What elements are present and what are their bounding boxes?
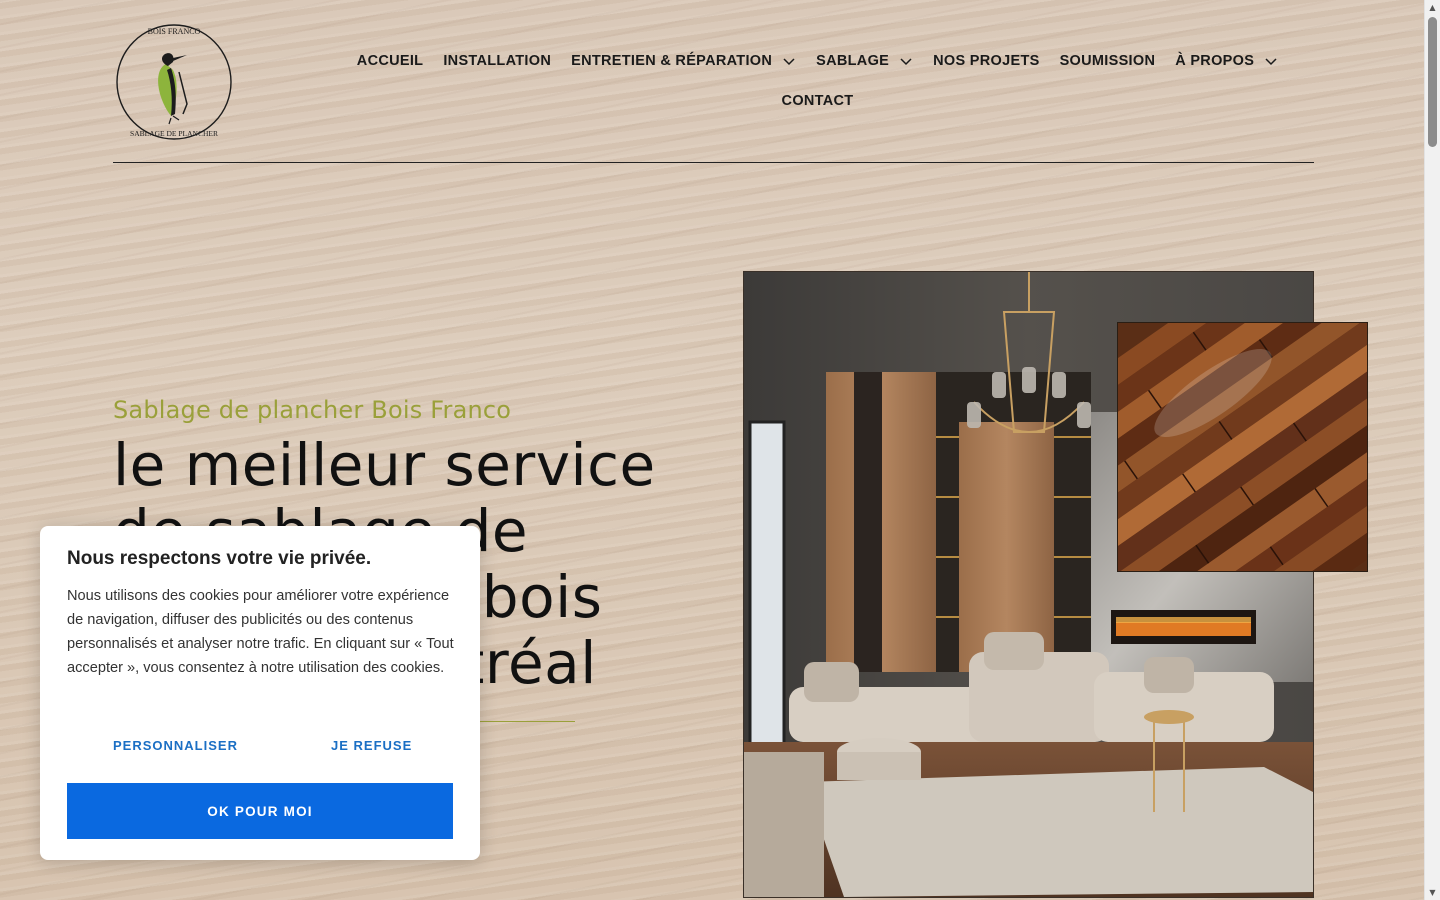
logo[interactable]: BOIS FRANCO SABLAGE DE PLANCHER — [113, 20, 235, 144]
logo-text-top: BOIS FRANCO — [148, 27, 201, 36]
nav-item-soumission[interactable]: SOUMISSION — [1060, 53, 1156, 69]
nav-item-contact[interactable]: CONTACT — [782, 93, 854, 109]
nav-item-entretien-reparation[interactable]: ENTRETIEN & RÉPARATION — [571, 53, 796, 69]
chevron-down-icon — [783, 58, 795, 66]
nav-item-a-propos[interactable]: À PROPOS — [1175, 53, 1278, 69]
nav-row-primary: ACCUEIL INSTALLATION ENTRETIEN & RÉPARATIO… — [340, 45, 1295, 77]
chevron-down-icon — [1265, 58, 1277, 66]
nav-item-sablage[interactable]: SABLAGE — [816, 53, 913, 69]
nav-item-label: SABLAGE — [816, 53, 890, 69]
cookie-consent-banner: Nous respectons votre vie privée. Nous u… — [40, 526, 480, 860]
customize-cookies-button[interactable]: PERSONNALISER — [113, 738, 238, 753]
main-nav: ACCUEIL INSTALLATION ENTRETIEN & RÉPARATIO… — [340, 45, 1295, 117]
chevron-down-icon — [900, 58, 912, 66]
page: BOIS FRANCO SABLAGE DE PLANCHER ACCUEIL I… — [0, 0, 1425, 900]
woodpecker-logo-icon: BOIS FRANCO SABLAGE DE PLANCHER — [116, 24, 232, 140]
nav-item-label: À PROPOS — [1175, 53, 1255, 69]
scroll-down-arrow-icon[interactable]: ▼ — [1425, 885, 1440, 900]
hero-eyebrow: Sablage de plancher Bois Franco — [113, 396, 512, 424]
nav-item-label: SOUMISSION — [1059, 53, 1156, 69]
nav-item-nos-projets[interactable]: NOS PROJETS — [933, 53, 1039, 69]
nav-item-label: CONTACT — [781, 93, 854, 109]
scrollbar-thumb[interactable] — [1428, 17, 1437, 147]
header-divider — [113, 162, 1314, 163]
nav-item-label: ACCUEIL — [356, 53, 424, 69]
nav-item-label: INSTALLATION — [443, 53, 552, 69]
scroll-up-arrow-icon[interactable]: ▲ — [1425, 0, 1440, 15]
hardwood-floor-image — [1117, 322, 1368, 572]
hardwood-floor-photo-icon — [1118, 323, 1367, 571]
nav-item-label: NOS PROJETS — [933, 53, 1040, 69]
logo-text-bottom: SABLAGE DE PLANCHER — [130, 129, 218, 138]
nav-item-accueil[interactable]: ACCUEIL — [357, 53, 424, 69]
nav-item-installation[interactable]: INSTALLATION — [443, 53, 551, 69]
refuse-cookies-button[interactable]: JE REFUSE — [331, 738, 412, 753]
accept-cookies-button[interactable]: OK POUR MOI — [67, 783, 453, 839]
cookie-text: Nous utilisons des cookies pour améliore… — [67, 588, 454, 676]
page-scrollbar[interactable]: ▲ ▼ — [1424, 0, 1440, 900]
nav-row-secondary: CONTACT — [340, 85, 1295, 117]
cookie-title: Nous respectons votre vie privée. — [67, 548, 372, 569]
nav-item-label: ENTRETIEN & RÉPARATION — [571, 53, 773, 69]
